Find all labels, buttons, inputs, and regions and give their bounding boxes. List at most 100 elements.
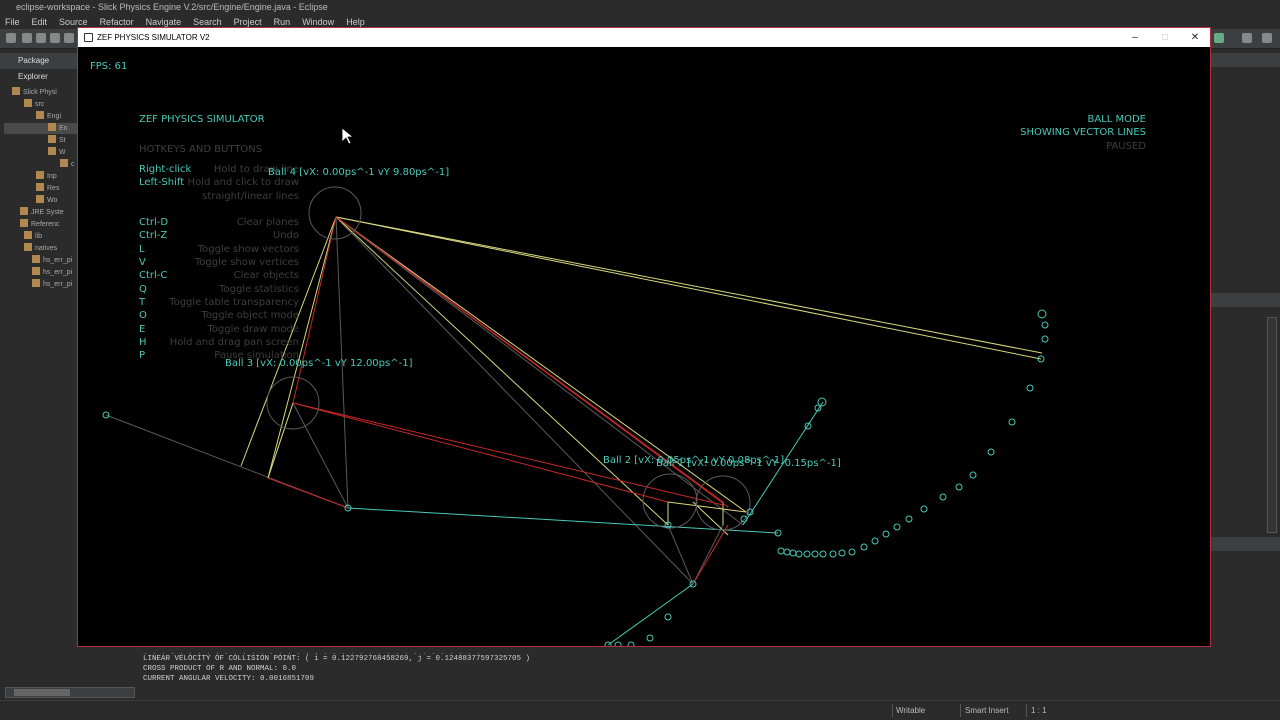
- app-icon: [84, 33, 93, 42]
- hotkey-row: L Toggle show vectors: [139, 243, 299, 255]
- hotkeys-title: HOTKEYS AND BUTTONS: [139, 144, 263, 155]
- menu-file[interactable]: File: [5, 15, 20, 29]
- java-file-icon: [48, 123, 56, 131]
- hotkey-row: H Hold and drag pan screen: [139, 336, 299, 348]
- simulator-title-bar[interactable]: ZEF PHYSICS SIMULATOR V2 – □ ✕: [78, 28, 1210, 47]
- outline-tab[interactable]: [1211, 53, 1280, 67]
- scrollbar-thumb[interactable]: [14, 689, 70, 696]
- save-all-icon[interactable]: [36, 33, 46, 43]
- hotkey-row: Ctrl-D Clear planes: [139, 217, 299, 229]
- new-icon[interactable]: [6, 33, 16, 43]
- tree-item[interactable]: natives: [24, 243, 57, 254]
- project-icon: [12, 87, 20, 95]
- folder-icon: [24, 99, 32, 107]
- ball-4[interactable]: [308, 186, 362, 240]
- horizontal-scrollbar[interactable]: [5, 687, 135, 698]
- problems-tab[interactable]: [1211, 537, 1280, 551]
- log-file-icon: [32, 279, 40, 287]
- package-icon: [36, 171, 44, 179]
- java-file-icon: [48, 135, 56, 143]
- package-icon: [36, 195, 44, 203]
- tree-item[interactable]: lib: [24, 231, 42, 242]
- package-explorer-tab[interactable]: Package Explorer: [0, 53, 78, 81]
- package-icon: [36, 111, 44, 119]
- tree-item[interactable]: Referenc: [20, 219, 59, 230]
- tree-item[interactable]: Res: [36, 183, 59, 194]
- log-file-icon: [32, 267, 40, 275]
- vector-lines-yellow: [240, 216, 1043, 536]
- hotkey-row: T Toggle table transparency: [139, 296, 299, 308]
- maximize-button[interactable]: □: [1150, 28, 1180, 47]
- save-icon[interactable]: [22, 33, 32, 43]
- tree-item[interactable]: src: [24, 99, 44, 110]
- minimize-button[interactable]: –: [1120, 28, 1150, 47]
- mode-indicator: BALL MODE: [1087, 114, 1146, 125]
- plane-cyan: [347, 401, 824, 646]
- java-file-icon: [48, 147, 56, 155]
- package-icon: [36, 183, 44, 191]
- tree-item[interactable]: St: [48, 135, 66, 146]
- log-file-icon: [32, 255, 40, 263]
- hotkey-row: V Toggle show vertices: [139, 257, 299, 269]
- tree-item-selected[interactable]: En: [4, 123, 78, 134]
- debug-perspective-icon[interactable]: [1262, 33, 1272, 43]
- hotkey-row: E Toggle draw mode: [139, 323, 299, 335]
- tree-item[interactable]: JRE Syste: [20, 207, 64, 218]
- tree-item[interactable]: Wo: [36, 195, 57, 206]
- hotkeys-table: Right-click Hold to draw line Left-Shift H…: [139, 164, 299, 363]
- tree-item[interactable]: W: [48, 147, 66, 158]
- console-line: CROSS PRODUCT OF R AND NORMAL: 0.0: [143, 665, 297, 673]
- vector-lines-status: SHOWING VECTOR LINES: [1020, 127, 1146, 138]
- simulator-heading: ZEF PHYSICS SIMULATOR: [139, 114, 265, 125]
- tree-item[interactable]: Inp: [36, 171, 57, 182]
- vertices: [102, 355, 1045, 588]
- tree-item[interactable]: c: [60, 159, 75, 170]
- tree-item[interactable]: Engi: [36, 111, 61, 122]
- java-perspective-icon[interactable]: [1242, 33, 1252, 43]
- tree-item[interactable]: Slick Physi: [12, 87, 57, 98]
- vertical-scrollbar[interactable]: [1267, 317, 1277, 533]
- package-explorer-title: Package Explorer: [18, 56, 50, 81]
- library-icon: [20, 207, 28, 215]
- print-icon[interactable]: [50, 33, 60, 43]
- library-icon: [20, 219, 28, 227]
- tree-item[interactable]: hs_err_pi: [32, 255, 72, 266]
- task-list-tab[interactable]: [1211, 293, 1280, 307]
- status-bar: Writable Smart Insert 1 : 1: [0, 700, 1280, 720]
- cursor-position-status: 1 : 1: [1031, 706, 1047, 715]
- package-explorer: [0, 49, 78, 685]
- simulator-window-title: ZEF PHYSICS SIMULATOR V2: [97, 33, 210, 42]
- right-side-panel: [1211, 49, 1280, 685]
- simulation-canvas[interactable]: FPS: 61 ZEF PHYSICS SIMULATOR HOTKEYS AN…: [78, 47, 1210, 646]
- simulator-window: ZEF PHYSICS SIMULATOR V2 – □ ✕ FPS: 61 Z…: [77, 27, 1211, 647]
- hotkey-row: Ctrl-C Clear objects: [139, 270, 299, 282]
- eclipse-title-text: eclipse-workspace - Slick Physics Engine…: [16, 2, 328, 12]
- perspective-icon[interactable]: [1214, 33, 1224, 43]
- paused-status: PAUSED: [1106, 141, 1146, 152]
- ball-2[interactable]: [642, 473, 698, 529]
- debug-icon[interactable]: [64, 33, 74, 43]
- ball-trail-right: [777, 309, 1049, 558]
- ball-3-label: Ball 3 [vX: 0.00ps^-1 vY 12.00ps^-1]: [225, 358, 413, 369]
- ball-trail-bottom: [604, 613, 672, 646]
- status-separator: [1026, 704, 1027, 717]
- writable-status: Writable: [896, 706, 926, 715]
- ball-4-label: Ball 4 [vX: 0.00ps^-1 vY 9.80ps^-1]: [268, 167, 450, 178]
- folder-icon: [24, 243, 32, 251]
- tree-item[interactable]: hs_err_pi: [32, 267, 72, 278]
- hotkey-row: Ctrl-Z Undo: [139, 230, 299, 242]
- hotkey-row: straight/linear lines: [202, 190, 299, 202]
- tree-item[interactable]: hs_err_pi: [32, 279, 72, 290]
- java-file-icon: [60, 159, 68, 167]
- console-output: . . . . . . . . . . . . . . . . . . . . …: [138, 646, 1211, 686]
- ball-1-label: Ball 1 [vX: 0.00ps^-1 vY -0.15ps^-1]: [656, 458, 841, 469]
- console-line: LINEAR VELOCITY OF COLLISION POINT: ( i …: [143, 655, 531, 663]
- eclipse-title-bar: eclipse-workspace - Slick Physics Engine…: [0, 0, 1280, 15]
- hotkey-row: O Toggle object mode: [139, 310, 299, 322]
- menu-edit[interactable]: Edit: [32, 15, 48, 29]
- hotkey-row: [139, 204, 299, 217]
- hotkey-row: Q Toggle statistics: [139, 283, 299, 295]
- status-separator: [960, 704, 961, 717]
- close-button[interactable]: ✕: [1180, 28, 1210, 47]
- hotkey-row: Left-Shift Hold and click to draw: [139, 177, 299, 189]
